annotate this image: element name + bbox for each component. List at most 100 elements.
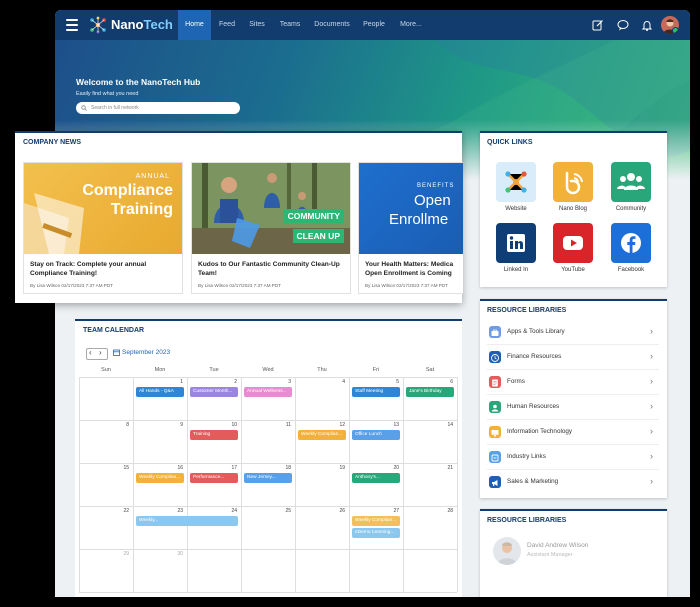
link-icon	[489, 451, 501, 463]
news-card-community[interactable]: COMMUNITY CLEAN UP Kudos to Our Fantasti…	[191, 162, 351, 294]
calendar-day-number[interactable]: 17	[187, 465, 237, 471]
calendar-day-number[interactable]: 29	[79, 551, 129, 557]
nav-people[interactable]: People	[360, 10, 388, 40]
menu-icon[interactable]	[66, 19, 78, 31]
calendar-day-number[interactable]: 25	[241, 508, 291, 514]
calendar-event[interactable]: All Hands - Q&A	[136, 387, 184, 397]
calendar-day-number[interactable]: 20	[349, 465, 399, 471]
quick-link-youtube[interactable]	[553, 223, 593, 263]
bell-icon[interactable]	[641, 19, 653, 31]
resource-apps-tools[interactable]: Apps & Tools Library ›	[487, 320, 659, 345]
resource-libraries-2-header: RESOURCE LIBRARIES	[487, 517, 567, 524]
calendar-day-number[interactable]: 28	[403, 508, 453, 514]
calendar-day-number[interactable]: 14	[403, 422, 453, 428]
calendar-day-number[interactable]: 8	[79, 422, 129, 428]
calendar-event[interactable]: Weekly Complian...	[298, 430, 346, 440]
calendar-day-number[interactable]: 6	[403, 379, 453, 385]
calendar-event[interactable]: Customer Month...	[190, 387, 238, 397]
chevron-right-icon[interactable]: ›	[99, 348, 102, 357]
calendar-day-number[interactable]: 27	[349, 508, 399, 514]
chevron-left-icon[interactable]: ‹	[89, 348, 92, 357]
nav-documents[interactable]: Documents	[312, 10, 352, 40]
calendar-day-number[interactable]: 10	[187, 422, 237, 428]
resource-sales-marketing[interactable]: Sales & Marketing ›	[487, 470, 659, 494]
news-image-caption-1: Open	[414, 192, 451, 209]
news-title[interactable]: Kudos to Our Fantastic Community Clean-U…	[198, 260, 346, 278]
news-title[interactable]: Your Health Matters: Medica Open Enrollm…	[365, 260, 461, 278]
quick-link-community[interactable]	[611, 162, 651, 202]
calendar-event[interactable]: Weekly...	[136, 516, 238, 526]
calendar-day-number[interactable]: 15	[79, 465, 129, 471]
calendar-event[interactable]: Jane's Birthday	[406, 387, 454, 397]
chevron-right-icon: ›	[650, 326, 653, 336]
calendar-event[interactable]: Office Lunch	[352, 430, 400, 440]
calendar-event[interactable]: Training	[190, 430, 238, 440]
user-avatar[interactable]	[661, 16, 679, 34]
brand-name[interactable]: NanoTech	[111, 17, 173, 32]
resource-industry-links[interactable]: Industry Links ›	[487, 445, 659, 470]
resource-libraries-header: RESOURCE LIBRARIES	[487, 307, 567, 314]
resource-label: Forms	[507, 378, 525, 385]
calendar-event[interactable]: Annual Wellness...	[244, 387, 292, 397]
calendar-event[interactable]: eDemo Learning...	[352, 528, 400, 538]
online-status-dot	[672, 27, 679, 34]
quick-link-facebook[interactable]	[611, 223, 651, 263]
nav-more[interactable]: More...	[397, 10, 425, 40]
person-name[interactable]: David Andrew Wilson	[527, 542, 588, 549]
news-title[interactable]: Stay on Track: Complete your annual Comp…	[30, 260, 178, 278]
resource-information-technology[interactable]: Information Technology ›	[487, 420, 659, 445]
calendar-day-number[interactable]: 2	[187, 379, 237, 385]
resource-human-resources[interactable]: Human Resources ›	[487, 395, 659, 420]
calendar-day-number[interactable]: 18	[241, 465, 291, 471]
monitor-icon	[489, 426, 501, 438]
calendar-event[interactable]: Weekly Complian...	[136, 473, 184, 483]
quick-link-linkedin[interactable]	[496, 223, 536, 263]
news-image-compliance: ANNUAL Compliance Training	[24, 163, 182, 254]
day-of-week-tue: Tue	[209, 367, 219, 373]
calendar-day-number[interactable]: 22	[79, 508, 129, 514]
chat-icon[interactable]	[617, 19, 629, 31]
calendar-day-number[interactable]: 12	[295, 422, 345, 428]
resource-label: Sales & Marketing	[507, 478, 559, 485]
calendar-event[interactable]: Staff Meeting	[352, 387, 400, 397]
calendar-event[interactable]: New Jersey...	[244, 473, 292, 483]
company-news-header: COMPANY NEWS	[23, 139, 82, 146]
resource-forms[interactable]: Forms ›	[487, 370, 659, 395]
resource-label: Finance Resources	[507, 353, 562, 360]
quick-link-nano-blog-label: Nano Blog	[558, 206, 588, 212]
calendar-day-number[interactable]: 23	[133, 508, 183, 514]
news-image-caption-2: Training	[110, 201, 173, 218]
hero-search-input[interactable]: Search in full network	[76, 102, 240, 114]
nav-home[interactable]: Home	[178, 10, 211, 40]
calendar-day-number[interactable]: 3	[241, 379, 291, 385]
quick-link-website[interactable]	[496, 162, 536, 202]
calendar-event[interactable]: Anthony's...	[352, 473, 400, 483]
calendar-day-number[interactable]: 1	[133, 379, 183, 385]
resource-finance[interactable]: Finance Resources ›	[487, 345, 659, 370]
calendar-day-number[interactable]: 11	[241, 422, 291, 428]
nav-sites[interactable]: Sites	[245, 10, 269, 40]
calendar-day-number[interactable]: 19	[295, 465, 345, 471]
chevron-right-icon: ›	[650, 351, 653, 361]
calendar-day-number[interactable]: 21	[403, 465, 453, 471]
calendar-event[interactable]: Weekly Complian...	[352, 516, 400, 526]
calendar-day-number[interactable]: 5	[349, 379, 399, 385]
nav-teams[interactable]: Teams	[276, 10, 304, 40]
calendar-day-number[interactable]: 16	[133, 465, 183, 471]
calendar-day-number[interactable]: 30	[133, 551, 183, 557]
calendar-day-number[interactable]: 24	[187, 508, 237, 514]
calendar-row-line	[79, 592, 457, 593]
news-card-enrollment[interactable]: BENEFITS Open Enrollme Your Health Matte…	[358, 162, 463, 294]
calendar-day-number[interactable]: 9	[133, 422, 183, 428]
person-avatar[interactable]	[493, 537, 521, 565]
calendar-day-number[interactable]: 13	[349, 422, 399, 428]
compose-icon[interactable]	[592, 19, 604, 31]
calendar-day-number[interactable]: 4	[295, 379, 345, 385]
calendar-month[interactable]: September 2023	[122, 349, 170, 356]
calendar-day-number[interactable]: 26	[295, 508, 345, 514]
quick-link-nano-blog[interactable]	[553, 162, 593, 202]
news-card-compliance[interactable]: ANNUAL Compliance Training Stay on Track…	[23, 162, 183, 294]
nav-feed[interactable]: Feed	[214, 10, 240, 40]
briefcase-icon	[489, 326, 501, 338]
calendar-event[interactable]: Performance...	[190, 473, 238, 483]
